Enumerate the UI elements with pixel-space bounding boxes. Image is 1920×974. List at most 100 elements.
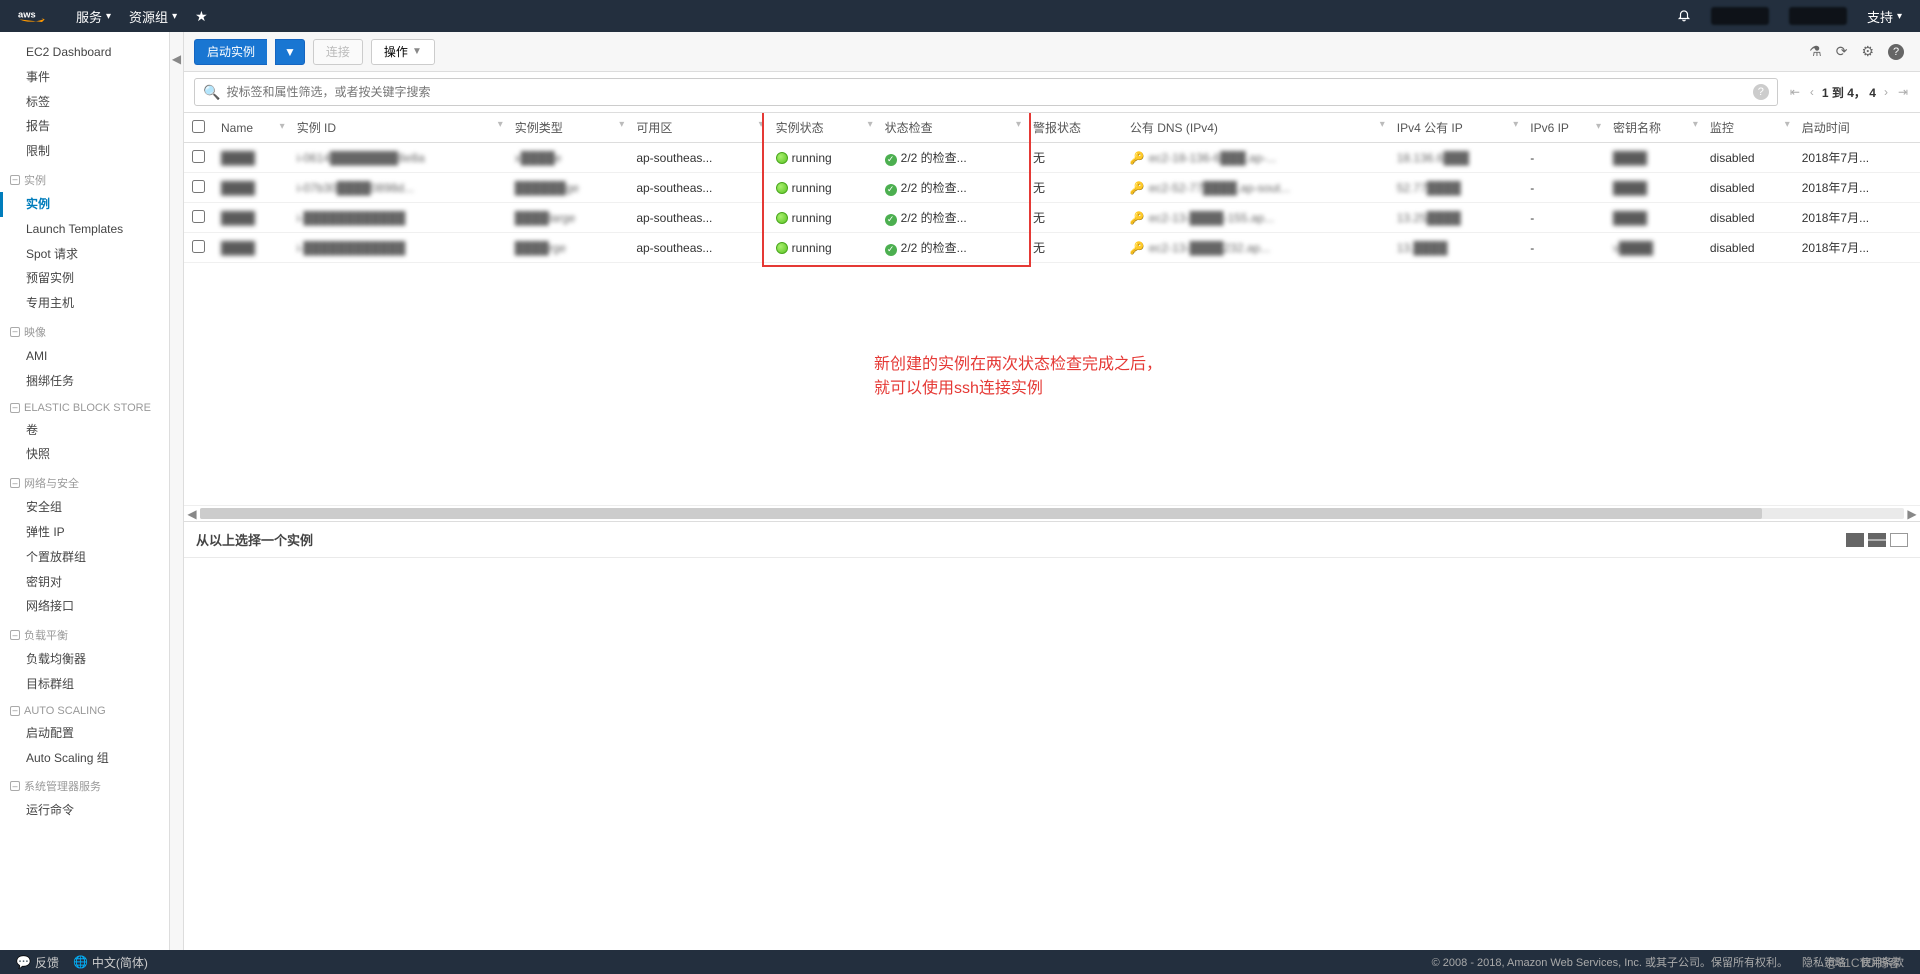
account-label-redacted[interactable]: ████: [1711, 7, 1769, 25]
sidebar-group-auto-scaling[interactable]: –AUTO SCALING: [0, 697, 169, 721]
pin-star-icon[interactable]: ★: [195, 8, 208, 25]
launch-instance-dropdown[interactable]: ▼: [275, 39, 305, 65]
sidebar-item-auto-scaling-groups[interactable]: Auto Scaling 组: [0, 746, 169, 771]
table-row[interactable]: ████ i-████████████ ████rge ap-southeas.…: [184, 233, 1920, 263]
detail-panel-header: 从以上选择一个实例: [184, 521, 1920, 558]
sidebar-item-snapshots[interactable]: 快照: [0, 442, 169, 467]
page-first-icon[interactable]: ⇤: [1788, 85, 1802, 99]
col-public-dns[interactable]: 公有 DNS (IPv4)▾: [1122, 113, 1389, 143]
detail-view-split-icon[interactable]: [1868, 533, 1886, 547]
search-input-wrap[interactable]: 🔍 ?: [194, 78, 1778, 106]
table-row[interactable]: ████ i-07b30████0898d... ██████ge ap-sou…: [184, 173, 1920, 203]
sidebar-events[interactable]: 事件: [0, 65, 169, 90]
cell-status-check: ✓2/2 的检查...: [877, 203, 1025, 233]
sidebar-collapse-toggle[interactable]: ◀: [170, 32, 184, 950]
col-instance-id[interactable]: 实例 ID▾: [289, 113, 507, 143]
running-status-icon: [776, 242, 788, 254]
sidebar-group-load-balancing[interactable]: –负载平衡: [0, 619, 169, 647]
col-alarm[interactable]: 警报状态: [1025, 113, 1122, 143]
page-prev-icon[interactable]: ‹: [1808, 85, 1816, 99]
experiments-flask-icon[interactable]: ⚗: [1809, 43, 1822, 60]
cell-name: ████: [213, 173, 289, 203]
settings-gear-icon[interactable]: ⚙: [1861, 43, 1874, 60]
footer-bar: 💬反馈 🌐中文(简体) © 2008 - 2018, Amazon Web Se…: [0, 950, 1920, 974]
launch-instance-button[interactable]: 启动实例: [194, 39, 267, 65]
sidebar-item-volumes[interactable]: 卷: [0, 418, 169, 443]
sidebar-group-ebs[interactable]: –ELASTIC BLOCK STORE: [0, 394, 169, 418]
sidebar-item-elastic-ips[interactable]: 弹性 IP: [0, 520, 169, 545]
col-key-name[interactable]: 密钥名称▾: [1605, 113, 1702, 143]
sidebar-item-ami[interactable]: AMI: [0, 344, 169, 369]
sidebar-item-instances[interactable]: 实例: [0, 192, 169, 217]
table-row[interactable]: ████ i-0614████████8e8a x████e ap-southe…: [184, 143, 1920, 173]
cell-state: running: [768, 143, 877, 173]
col-launch-time[interactable]: 启动时间: [1794, 113, 1920, 143]
cell-instance-id: i-████████████: [289, 203, 507, 233]
sidebar-item-target-groups[interactable]: 目标群组: [0, 672, 169, 697]
sidebar-item-load-balancers[interactable]: 负载均衡器: [0, 647, 169, 672]
table-row[interactable]: ████ i-████████████ ████large ap-southea…: [184, 203, 1920, 233]
sidebar-item-spot-requests[interactable]: Spot 请求: [0, 242, 169, 267]
col-az[interactable]: 可用区▾: [628, 113, 767, 143]
language-selector[interactable]: 🌐中文(简体): [73, 954, 148, 971]
col-name[interactable]: Name▾: [213, 113, 289, 143]
services-menu[interactable]: 服务▾: [76, 7, 111, 26]
annotation-text: 新创建的实例在两次状态检查完成之后， 就可以使用ssh连接实例: [874, 353, 1162, 401]
col-instance-type[interactable]: 实例类型▾: [507, 113, 629, 143]
refresh-icon[interactable]: ⟳: [1836, 43, 1848, 60]
row-checkbox[interactable]: [192, 240, 205, 253]
sidebar-item-reserved-instances[interactable]: 预留实例: [0, 266, 169, 291]
resource-groups-menu[interactable]: 资源组▾: [129, 7, 177, 26]
sidebar-group-network-security[interactable]: –网络与安全: [0, 467, 169, 495]
scroll-right-arrow[interactable]: ▶: [1904, 506, 1920, 521]
col-ipv6[interactable]: IPv6 IP▾: [1522, 113, 1605, 143]
sidebar-item-dedicated-hosts[interactable]: 专用主机: [0, 291, 169, 316]
sidebar-limits[interactable]: 限制: [0, 139, 169, 164]
feedback-link[interactable]: 💬反馈: [16, 954, 59, 971]
page-last-icon[interactable]: ⇥: [1896, 85, 1910, 99]
detail-view-stacked-icon[interactable]: [1846, 533, 1864, 547]
region-label-redacted[interactable]: ████: [1789, 7, 1847, 25]
scroll-left-arrow[interactable]: ◀: [184, 506, 200, 521]
horizontal-scrollbar[interactable]: ◀ ▶: [184, 505, 1920, 521]
scroll-thumb[interactable]: [200, 508, 1762, 519]
col-monitoring[interactable]: 监控▾: [1702, 113, 1794, 143]
help-icon[interactable]: ?: [1888, 44, 1904, 60]
actions-dropdown-button[interactable]: 操作 ▼: [371, 39, 435, 65]
sidebar-reports[interactable]: 报告: [0, 114, 169, 139]
sidebar-group-images[interactable]: –映像: [0, 316, 169, 344]
key-icon: 🔑: [1130, 211, 1145, 225]
detail-view-full-icon[interactable]: [1890, 533, 1908, 547]
sidebar-ec2-dashboard[interactable]: EC2 Dashboard: [0, 40, 169, 65]
row-checkbox[interactable]: [192, 150, 205, 163]
sidebar-tags[interactable]: 标签: [0, 90, 169, 115]
col-status-check[interactable]: 状态检查▾: [877, 113, 1025, 143]
aws-logo[interactable]: aws: [18, 5, 58, 27]
sidebar-item-placement-groups[interactable]: 个置放群组: [0, 545, 169, 570]
sidebar-group-ssm[interactable]: –系统管理器服务: [0, 770, 169, 798]
search-help-icon[interactable]: ?: [1753, 84, 1769, 100]
instances-table: Name▾ 实例 ID▾ 实例类型▾ 可用区▾ 实例状态▾ 状态检查▾ 警报状态…: [184, 113, 1920, 263]
page-next-icon[interactable]: ›: [1882, 85, 1890, 99]
connect-button[interactable]: 连接: [313, 39, 363, 65]
sidebar-item-security-groups[interactable]: 安全组: [0, 495, 169, 520]
cell-ipv6: -: [1522, 173, 1605, 203]
cell-monitoring: disabled: [1702, 203, 1794, 233]
sidebar-item-launch-templates[interactable]: Launch Templates: [0, 217, 169, 242]
sidebar-item-network-interfaces[interactable]: 网络接口: [0, 594, 169, 619]
sidebar-item-run-command[interactable]: 运行命令: [0, 798, 169, 823]
sidebar-item-launch-configurations[interactable]: 启动配置: [0, 721, 169, 746]
col-state[interactable]: 实例状态▾: [768, 113, 877, 143]
pager-range: 1 到 4，: [1822, 86, 1866, 100]
sidebar-group-instances[interactable]: –实例: [0, 164, 169, 192]
notifications-bell-icon[interactable]: [1677, 8, 1691, 25]
select-all-checkbox[interactable]: [192, 120, 205, 133]
col-public-ip[interactable]: IPv4 公有 IP▾: [1389, 113, 1523, 143]
row-checkbox[interactable]: [192, 180, 205, 193]
row-checkbox[interactable]: [192, 210, 205, 223]
sidebar-item-bundle-tasks[interactable]: 捆绑任务: [0, 369, 169, 394]
sidebar-item-key-pairs[interactable]: 密钥对: [0, 570, 169, 595]
search-input[interactable]: [226, 85, 1746, 99]
support-menu[interactable]: 支持▾: [1867, 7, 1902, 26]
cell-key-name: v████: [1605, 233, 1702, 263]
